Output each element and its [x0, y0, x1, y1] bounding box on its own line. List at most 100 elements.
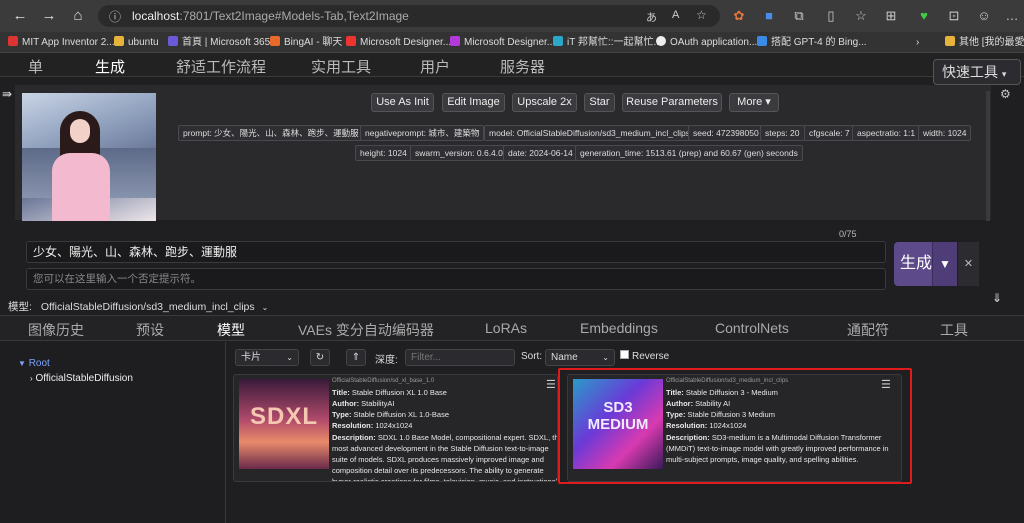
tab-server[interactable]: 服务器: [500, 56, 545, 77]
depth-label: 深度:: [375, 355, 398, 366]
negative-prompt-input[interactable]: 您可以在这里输入一个否定提示符。: [26, 268, 886, 290]
split-screen-icon[interactable]: ▯: [822, 7, 840, 25]
sort-label: Sort:: [521, 351, 543, 362]
model-path: OfficialStableDiffusion/sd_xl_base_1.0: [332, 378, 435, 384]
prompt-input[interactable]: 少女、陽光、山、森林、跑步、運動服: [26, 241, 886, 263]
bookmark-item[interactable]: Microsoft Designer...: [450, 35, 555, 50]
model-label: 模型:: [8, 301, 32, 313]
settings-gear-icon[interactable]: ⚙: [1000, 87, 1011, 101]
meta-date: date: 2024-06-14: [503, 145, 578, 161]
puzzle-icon[interactable]: ⧉: [790, 7, 808, 25]
meta-swarm-version: swarm_version: 0.6.4.0: [410, 145, 508, 161]
model-resolution: Resolution: 1024x1024: [332, 421, 413, 430]
favorite-star-icon[interactable]: ☆: [696, 8, 707, 22]
up-folder-icon[interactable]: ⇑: [346, 349, 366, 366]
view-mode-select[interactable]: 卡片 ⌄: [235, 349, 299, 366]
bookmark-item[interactable]: iT 邦幫忙::一起幫忙...: [553, 35, 662, 50]
meta-width: width: 1024: [918, 125, 972, 141]
health-icon[interactable]: ♥: [915, 7, 933, 25]
bookmark-item[interactable]: ubuntu: [114, 35, 159, 50]
more-button[interactable]: More ▾: [729, 93, 779, 112]
tab-tools[interactable]: 工具: [940, 320, 968, 340]
tab-user[interactable]: 用户: [420, 56, 450, 77]
bookmarks-bar: MIT App Inventor 2... ubuntu 首頁 | Micros…: [0, 32, 1024, 53]
meta-steps: steps: 20: [760, 125, 805, 141]
chevron-down-icon[interactable]: ⌄: [262, 303, 269, 312]
meta-cfgscale: cfgscale: 7: [804, 125, 855, 141]
tab-presets[interactable]: 预设: [136, 320, 164, 340]
model-card-sdxl[interactable]: SDXL OfficialStableDiffusion/sd_xl_base_…: [233, 374, 558, 482]
bookmark-item[interactable]: OAuth application...: [656, 35, 757, 50]
meta-model: model: OfficialStableDiffusion/sd3_mediu…: [484, 125, 695, 141]
collapse-down-arrow-icon[interactable]: ⇓: [992, 291, 1002, 305]
tab-single[interactable]: 单: [28, 56, 43, 77]
star-button[interactable]: Star: [584, 93, 615, 112]
profile-icon[interactable]: ☺: [975, 7, 993, 25]
tab-controlnets[interactable]: ControlNets: [715, 320, 789, 336]
current-image-panel: Use As Init Edit Image Upscale 2x Star R…: [15, 85, 991, 221]
card-menu-icon[interactable]: ☰: [546, 378, 556, 391]
tab-utilities[interactable]: 实用工具: [311, 56, 371, 77]
tab-vaes[interactable]: VAEs 变分自动编码器: [298, 320, 434, 340]
selection-highlight-box: [558, 368, 912, 484]
quick-tools-dropdown[interactable]: 快速工具 ▾: [933, 59, 1021, 85]
tree-item-officialstablediffusion[interactable]: › OfficialStableDiffusion: [30, 373, 133, 384]
bookmark-item[interactable]: BingAI - 聊天: [270, 35, 342, 50]
refresh-icon[interactable]: ↻: [310, 349, 330, 366]
upscale-button[interactable]: Upscale 2x: [512, 93, 577, 112]
model-selector-row: 模型: OfficialStableDiffusion/sd3_medium_i…: [8, 299, 268, 314]
bookmark-item[interactable]: 首頁 | Microsoft 365: [168, 35, 270, 50]
model-description: Description: SDXL 1.0 Base Model, compos…: [332, 433, 558, 482]
meta-aspectratio: aspectratio: 1:1: [852, 125, 921, 141]
tab-wildcards[interactable]: 通配符: [847, 320, 889, 340]
more-menu-icon[interactable]: …: [1003, 7, 1021, 25]
generated-image[interactable]: [22, 93, 156, 221]
top-tab-bar: 单 生成 舒适工作流程 实用工具 用户 服务器: [0, 53, 1024, 77]
screenshot-icon[interactable]: ⊡: [945, 7, 963, 25]
info-icon[interactable]: ⓘ: [109, 8, 121, 25]
tab-generate[interactable]: 生成: [95, 56, 125, 77]
chevron-down-icon[interactable]: ▼: [932, 242, 957, 286]
read-aloud-icon[interactable]: A: [672, 9, 679, 21]
address-bar[interactable]: ⓘ localhost:7801/Text2Image#Models-Tab,T…: [98, 5, 720, 27]
reverse-checkbox[interactable]: [620, 350, 629, 359]
sort-select[interactable]: Name ⌄: [545, 349, 615, 366]
bottom-tab-bar: 图像历史 预设 模型 VAEs 变分自动编码器 LoRAs Embeddings…: [0, 315, 1024, 341]
bookmark-item[interactable]: Microsoft Designer...: [346, 35, 451, 50]
tab-models[interactable]: 模型: [217, 320, 245, 340]
tree-root[interactable]: ▼ Root: [18, 358, 50, 369]
forward-arrow-icon[interactable]: →: [39, 6, 59, 26]
url-text: localhost:7801/Text2Image#Models-Tab,Tex…: [132, 9, 409, 23]
token-counter: 0/75: [839, 229, 857, 239]
favorites-icon[interactable]: ☆: [852, 7, 870, 25]
bookmark-folder-other[interactable]: 其他 [我的最愛]: [945, 35, 1024, 50]
translator-icon[interactable]: ■: [760, 7, 778, 25]
bookmark-item[interactable]: 搭配 GPT-4 的 Bing...: [757, 35, 867, 50]
edit-image-button[interactable]: Edit Image: [442, 93, 505, 112]
model-author: Author: StabilityAI: [332, 399, 395, 408]
bookmark-item[interactable]: MIT App Inventor 2...: [8, 35, 115, 50]
meta-seed: seed: 472398050: [688, 125, 764, 141]
tab-loras[interactable]: LoRAs: [485, 320, 527, 336]
tab-image-history[interactable]: 图像历史: [28, 320, 84, 340]
more-bookmarks-icon[interactable]: ›: [916, 35, 919, 50]
meta-height: height: 1024: [355, 145, 412, 161]
tab-comfy-workflow[interactable]: 舒适工作流程: [176, 56, 266, 77]
filter-input[interactable]: Filter...: [405, 349, 515, 366]
back-arrow-icon[interactable]: ←: [10, 6, 30, 26]
reverse-label: Reverse: [632, 351, 670, 362]
expand-left-arrow-icon[interactable]: ⇛: [2, 87, 12, 101]
extension-icon[interactable]: ✿: [730, 7, 748, 25]
use-as-init-button[interactable]: Use As Init: [371, 93, 434, 112]
browser-toolbar: ← → ⌂ ⓘ localhost:7801/Text2Image#Models…: [0, 0, 1024, 32]
translate-icon[interactable]: あ: [646, 9, 657, 25]
tab-embeddings[interactable]: Embeddings: [580, 320, 658, 336]
close-icon[interactable]: ✕: [958, 242, 979, 286]
model-type: Type: Stable Diffusion XL 1.0-Base: [332, 410, 450, 419]
collections-icon[interactable]: ⊞: [882, 7, 900, 25]
reuse-parameters-button[interactable]: Reuse Parameters: [622, 93, 722, 112]
model-title: Title: Stable Diffusion XL 1.0 Base: [332, 388, 447, 397]
home-icon[interactable]: ⌂: [68, 6, 88, 26]
model-select[interactable]: OfficialStableDiffusion/sd3_medium_incl_…: [41, 301, 255, 313]
meta-generation-time: generation_time: 1513.61 (prep) and 60.6…: [575, 145, 803, 161]
